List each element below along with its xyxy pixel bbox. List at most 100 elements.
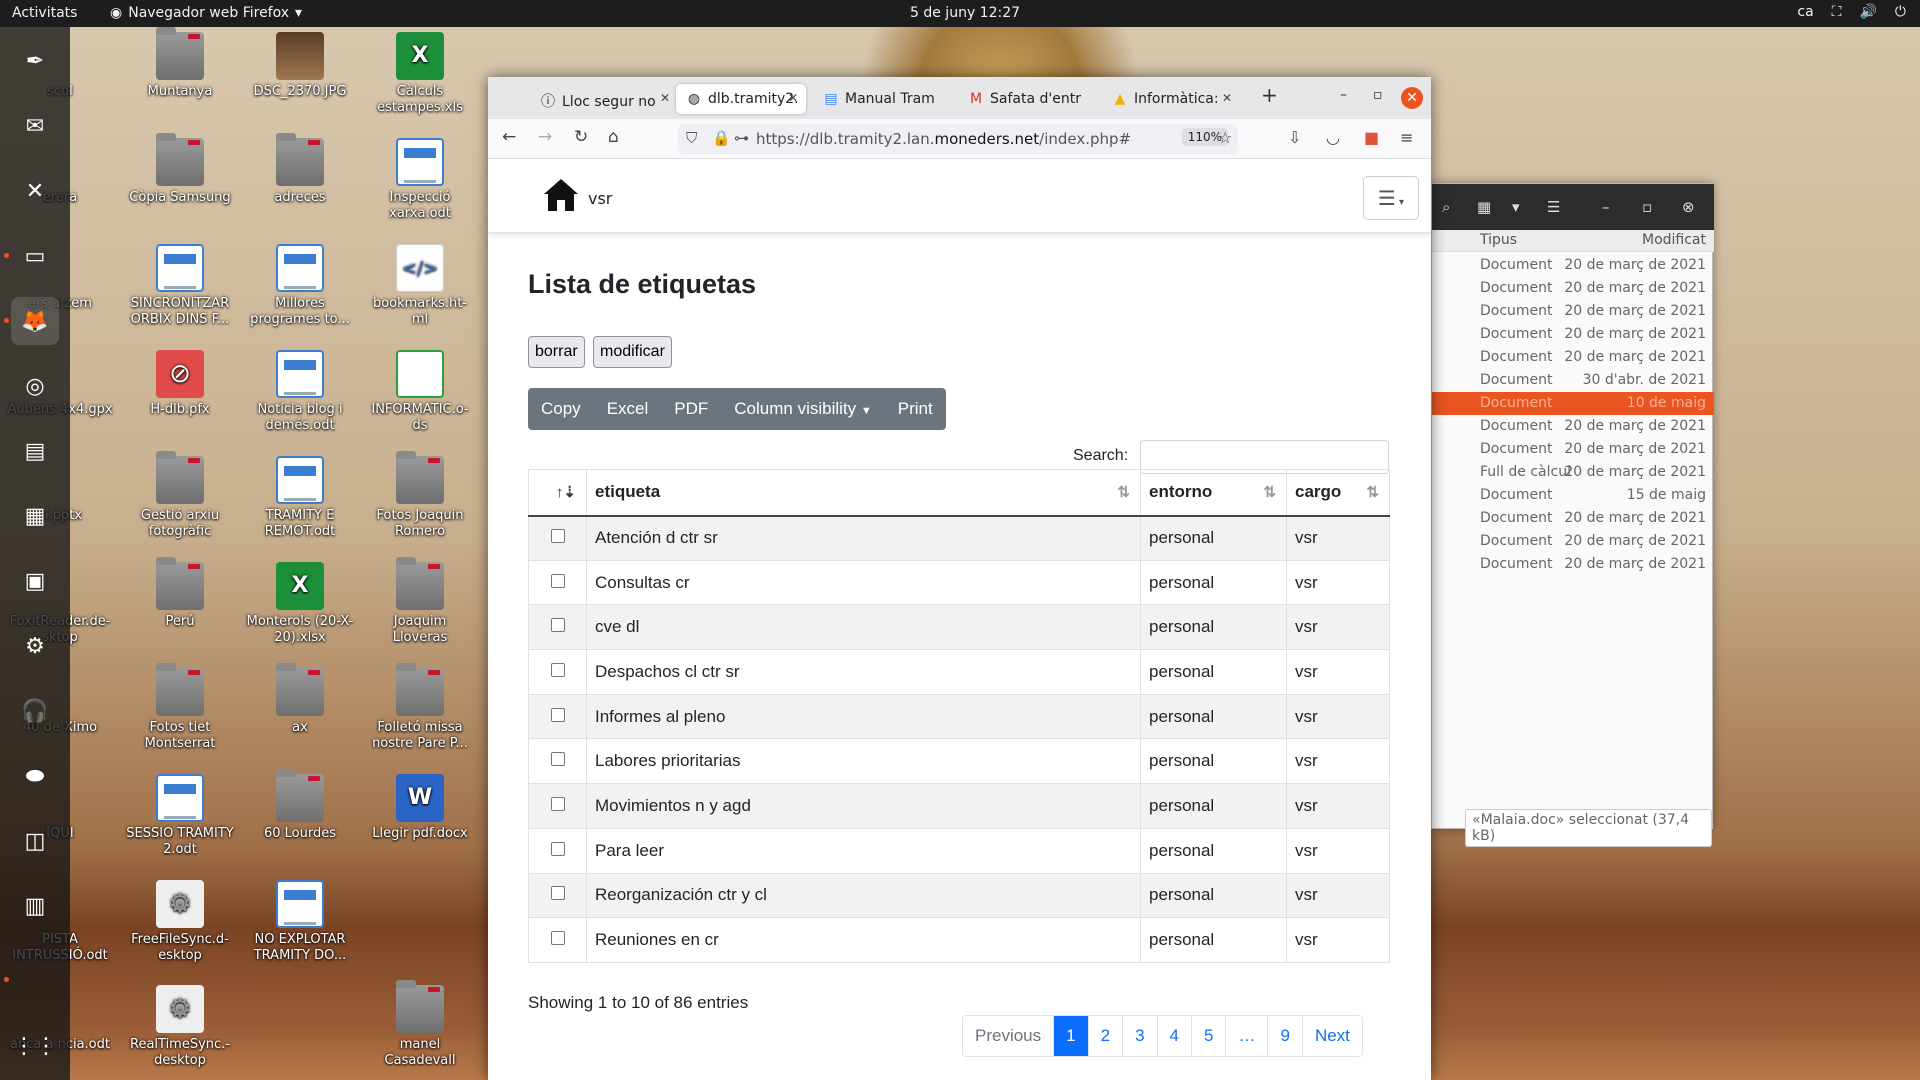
previous-button[interactable]: Previous	[963, 1016, 1054, 1056]
maximize-icon[interactable]: ▫	[1642, 198, 1652, 216]
shield-icon[interactable]: ⛉	[686, 129, 697, 147]
desktop-icon[interactable]: Fotos Joaquin Romero	[365, 451, 475, 540]
desktop-icon[interactable]: Gestió arxiu fotogràfic	[125, 451, 235, 540]
excel-button[interactable]: Excel	[594, 388, 662, 430]
column-select[interactable]: ↑⇣	[528, 469, 587, 517]
minimize-icon[interactable]: –	[1602, 198, 1610, 216]
minimize-icon[interactable]: –	[1340, 87, 1347, 103]
desktop-icon[interactable]: Folletó missa nostre Pare P...	[365, 663, 475, 752]
row-checkbox[interactable]	[550, 707, 565, 722]
reload-icon[interactable]: ↻	[574, 127, 588, 147]
calc-icon[interactable]: ▦	[11, 492, 59, 540]
file-row[interactable]: Document 30 d'abr. de 2021	[1432, 369, 1714, 392]
clock[interactable]: 5 de juny 12:27	[910, 5, 1020, 21]
desktop-icon[interactable]: Millores programes to...	[245, 244, 355, 328]
file-row[interactable]: Document 20 de març de 2021	[1432, 507, 1714, 530]
home-icon[interactable]	[542, 177, 580, 213]
file-row[interactable]: Document 20 de març de 2021	[1432, 254, 1714, 277]
row-checkbox[interactable]	[550, 618, 565, 633]
table-row[interactable]: Reuniones en cr personal vsr	[528, 917, 1390, 963]
pdf-button[interactable]: PDF	[661, 388, 721, 430]
column-type[interactable]: Tipus	[1480, 232, 1517, 248]
system-tray[interactable]: ca ⛶ 🔊 ⏻	[1797, 4, 1906, 20]
close-icon[interactable]: ✕	[1222, 91, 1232, 105]
tab-dlb-tramity[interactable]: ◍ dlb.tramity2. ✕	[676, 84, 806, 114]
desktop-icon[interactable]: Inspecció xarxa.odt	[365, 138, 475, 222]
row-checkbox[interactable]	[550, 931, 565, 946]
desktop-icon[interactable]: ⚙ RealTimeSync.-desktop	[125, 985, 235, 1069]
file-row[interactable]: Document 20 de març de 2021	[1432, 346, 1714, 369]
navbar-toggler[interactable]: ☰ ▾	[1363, 176, 1419, 220]
desktop-icon[interactable]: X Monterols (20-X-20).xlsx	[245, 562, 355, 646]
grid-view-icon[interactable]: ▦	[1477, 198, 1491, 216]
file-row[interactable]: Document 20 de març de 2021	[1432, 438, 1714, 461]
close-window-icon[interactable]: ✕	[1401, 87, 1423, 109]
table-row[interactable]: Labores prioritarias personal vsr	[528, 738, 1390, 785]
permissions-icon[interactable]: ⊶	[734, 129, 749, 147]
desktop-icon[interactable]: </> bookmarks.ht-ml	[365, 244, 475, 328]
table-row[interactable]: Informes al pleno personal vsr	[528, 693, 1390, 740]
table-row[interactable]: Para leer personal vsr	[528, 827, 1390, 874]
close-icon[interactable]: ✕	[788, 91, 798, 105]
x-app-icon[interactable]: ✕	[11, 167, 59, 215]
menu-icon[interactable]: ☰	[1547, 198, 1560, 216]
desktop-icon[interactable]: ⊘ H-dlb.pfx	[125, 350, 235, 418]
file-row[interactable]: Document 20 de març de 2021	[1432, 530, 1714, 553]
extension-icon[interactable]: ■	[1364, 128, 1379, 147]
row-checkbox[interactable]	[550, 662, 565, 677]
file-row[interactable]: Document 20 de març de 2021	[1432, 323, 1714, 346]
app-menu[interactable]: ◉ Navegador web Firefox ▾	[110, 5, 302, 21]
file-row[interactable]: Document 10 de maig	[1432, 392, 1714, 415]
eclipse-icon[interactable]: ⬬	[11, 752, 59, 800]
print-button[interactable]: Print	[885, 388, 946, 430]
thunderbird-icon[interactable]: ✉	[11, 102, 59, 150]
maximize-icon[interactable]: ▫	[1373, 87, 1383, 103]
file-row[interactable]: Document 15 de maig	[1432, 484, 1714, 507]
chromium-icon[interactable]: ◎	[11, 362, 59, 410]
close-icon[interactable]: ✕	[660, 91, 670, 105]
inkscape-icon[interactable]: ✒	[11, 37, 59, 85]
table-row[interactable]: Movimientos n y agd personal vsr	[528, 783, 1390, 829]
desktop-icon[interactable]: SINCRONITZAR ORBIX DINS F...	[125, 244, 235, 328]
next-button[interactable]: Next	[1301, 1016, 1362, 1056]
books-icon[interactable]: ▥	[11, 882, 59, 930]
home-icon[interactable]: ⌂	[608, 127, 619, 147]
desktop-icon[interactable]: ⚙ FreeFileSync.d-esktop	[125, 880, 235, 964]
brand-label[interactable]: vsr	[588, 189, 612, 208]
page-button[interactable]: 5	[1191, 1016, 1226, 1056]
column-etiqueta[interactable]: etiqueta ⇅	[586, 469, 1141, 517]
desktop-icon[interactable]: W Llegir pdf.docx	[365, 774, 475, 842]
modify-button[interactable]: modificar	[593, 336, 672, 368]
tab-lloc-segur[interactable]: ⓘ Lloc segur no ✕	[530, 84, 678, 114]
tab-informatica[interactable]: ▲ Informàtica: ✕	[1102, 84, 1240, 114]
impress-icon[interactable]: ▣	[11, 557, 59, 605]
column-cargo[interactable]: cargo ⇅	[1286, 469, 1390, 517]
desktop-icon[interactable]: NO EXPLOTAR TRAMITY DO...	[245, 880, 355, 964]
tab-manual-tramity[interactable]: ▤ Manual Tram	[813, 84, 953, 114]
table-row[interactable]: cve dl personal vsr	[528, 604, 1390, 651]
back-icon[interactable]: ←	[502, 127, 516, 147]
copy-button[interactable]: Copy	[528, 388, 594, 430]
activities-button[interactable]: Activitats	[12, 5, 77, 21]
file-row[interactable]: Document 20 de març de 2021	[1432, 277, 1714, 300]
desktop-icon[interactable]: X Càlculs estampes.xls	[365, 32, 475, 116]
column-visibility-button[interactable]: Column visibility ▼	[721, 388, 885, 430]
row-checkbox[interactable]	[550, 886, 565, 901]
desktop-icon[interactable]: Muntanya	[125, 27, 235, 100]
language-indicator[interactable]: ca	[1797, 4, 1813, 20]
desktop-icon[interactable]: Joaquim Lloveras	[365, 557, 475, 646]
page-button[interactable]: 1	[1053, 1016, 1088, 1056]
search-icon[interactable]: ⌕	[1442, 198, 1450, 216]
page-button[interactable]: 3	[1122, 1016, 1157, 1056]
settings-icon[interactable]: ⚙	[11, 622, 59, 670]
desktop-icon[interactable]: ax	[245, 663, 355, 736]
table-row[interactable]: Reorganización ctr y cl personal vsr	[528, 872, 1390, 919]
desktop-icon[interactable]: Fotos tiet Montserrat	[125, 663, 235, 752]
page-button[interactable]: 4	[1156, 1016, 1192, 1056]
desktop-icon[interactable]: 60 Lourdes	[245, 769, 355, 842]
row-checkbox[interactable]	[550, 752, 565, 767]
desktop-icon[interactable]: Perú	[125, 557, 235, 630]
tab-safata-entrada[interactable]: M Safata d'entr	[958, 84, 1096, 114]
bookmark-star-icon[interactable]: ☆	[1218, 128, 1232, 147]
desktop-icon[interactable]: SESSIO TRAMITY 2.odt	[125, 774, 235, 858]
